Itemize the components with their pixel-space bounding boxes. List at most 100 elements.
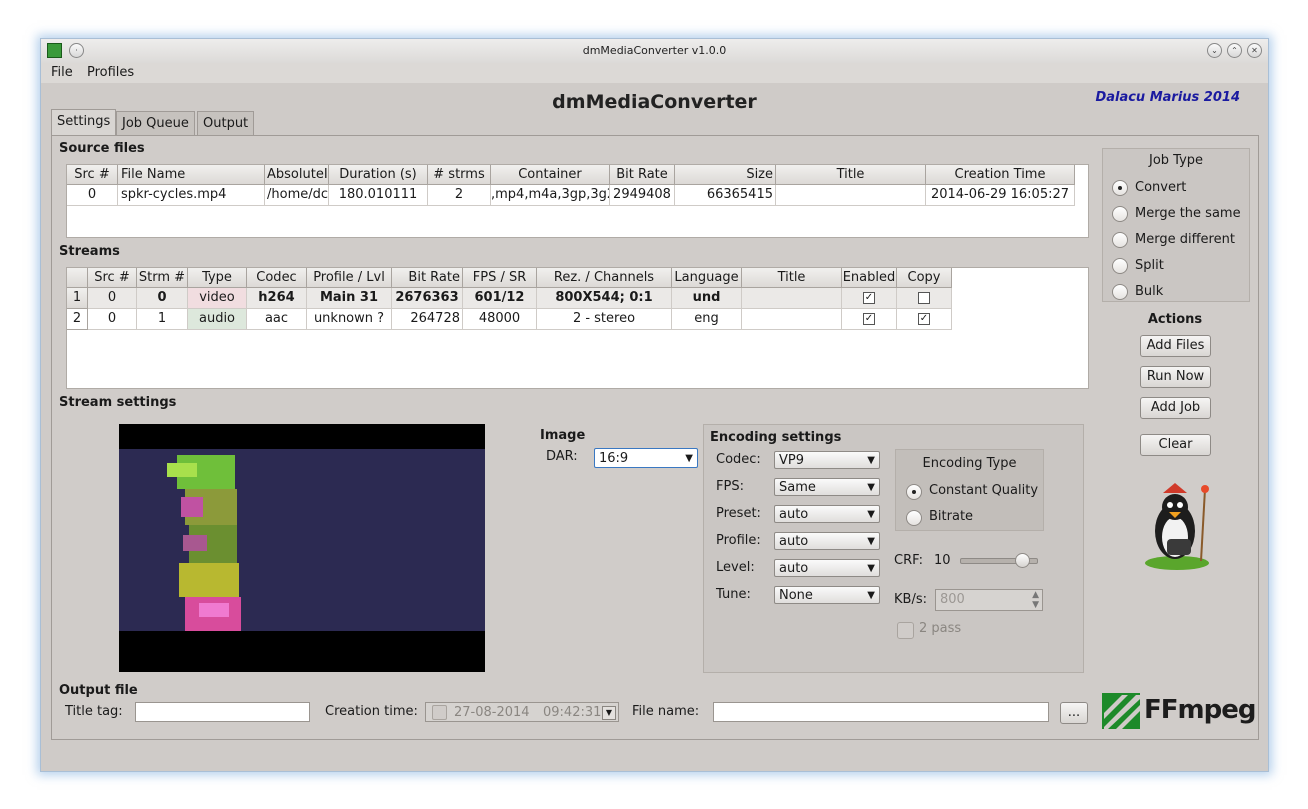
constant-quality-radio[interactable] bbox=[906, 484, 922, 500]
constant-quality-label[interactable]: Constant Quality bbox=[929, 483, 1038, 498]
codec-select[interactable]: VP9 ▼ bbox=[774, 451, 880, 469]
column-header[interactable]: Enabled bbox=[842, 268, 897, 288]
two-pass-label[interactable]: 2 pass bbox=[919, 621, 961, 636]
title-bar[interactable]: · dmMediaConverter v1.0.0 ⌄ ⌃ ✕ bbox=[41, 39, 1268, 63]
table-cell[interactable]: h264 bbox=[247, 288, 307, 309]
row-number[interactable]: 1 bbox=[67, 288, 88, 309]
add-files-button[interactable]: Add Files bbox=[1140, 335, 1211, 357]
job-type-convert-label[interactable]: Convert bbox=[1135, 180, 1186, 195]
creation-time-checkbox[interactable] bbox=[432, 705, 447, 720]
table-cell[interactable]: 601/12 bbox=[463, 288, 537, 309]
job-type-bulk-radio[interactable] bbox=[1112, 284, 1128, 300]
title-tag-input[interactable] bbox=[135, 702, 310, 722]
streams-table[interactable]: Src # Strm # Type Codec Profile / Lvl Bi… bbox=[66, 267, 1089, 389]
preset-select[interactable]: auto ▼ bbox=[774, 505, 880, 523]
table-cell[interactable]: audio bbox=[188, 309, 247, 330]
column-header[interactable]: Codec bbox=[247, 268, 307, 288]
column-header[interactable]: Container bbox=[491, 165, 610, 185]
enabled-checkbox[interactable]: ✓ bbox=[863, 312, 875, 325]
column-header[interactable]: Copy bbox=[897, 268, 952, 288]
column-header[interactable]: Title bbox=[742, 268, 842, 288]
table-cell[interactable]: 0 bbox=[67, 185, 118, 206]
column-header[interactable]: Title bbox=[776, 165, 926, 185]
column-header[interactable]: Strm # bbox=[137, 268, 188, 288]
enabled-checkbox-cell[interactable]: ✓ bbox=[842, 288, 897, 309]
table-cell[interactable]: 48000 bbox=[463, 309, 537, 330]
table-cell[interactable] bbox=[742, 309, 842, 330]
job-type-split-radio[interactable] bbox=[1112, 258, 1128, 274]
column-header[interactable] bbox=[67, 268, 88, 288]
close-button[interactable]: ✕ bbox=[1247, 43, 1262, 58]
table-cell[interactable]: eng bbox=[672, 309, 742, 330]
table-cell[interactable]: 2014-06-29 16:05:27 bbox=[926, 185, 1075, 206]
menu-profiles[interactable]: Profiles bbox=[87, 65, 134, 80]
column-header[interactable]: AbsoluteI bbox=[265, 165, 329, 185]
two-pass-checkbox[interactable] bbox=[897, 622, 914, 639]
column-header[interactable]: File Name bbox=[118, 165, 265, 185]
table-cell[interactable]: 2949408 bbox=[610, 185, 675, 206]
tab-settings[interactable]: Settings bbox=[51, 109, 117, 137]
table-cell[interactable]: 180.010111 bbox=[329, 185, 428, 206]
table-cell[interactable]: 66365415 bbox=[675, 185, 776, 206]
minimize-button[interactable]: ⌄ bbox=[1207, 43, 1222, 58]
table-cell[interactable]: ,mp4,m4a,3gp,3g2 bbox=[491, 185, 610, 206]
maximize-button[interactable]: ⌃ bbox=[1227, 43, 1242, 58]
column-header[interactable]: Rez. / Channels bbox=[537, 268, 672, 288]
calendar-dropdown-icon[interactable]: ▼ bbox=[602, 706, 616, 720]
column-header[interactable]: Profile / Lvl bbox=[307, 268, 392, 288]
enabled-checkbox-cell[interactable]: ✓ bbox=[842, 309, 897, 330]
level-select[interactable]: auto ▼ bbox=[774, 559, 880, 577]
job-type-merge-different-radio[interactable] bbox=[1112, 232, 1128, 248]
crf-slider-handle[interactable] bbox=[1015, 553, 1030, 568]
copy-checkbox-cell[interactable] bbox=[897, 288, 952, 309]
column-header[interactable]: Src # bbox=[67, 165, 118, 185]
clear-button[interactable]: Clear bbox=[1140, 434, 1211, 456]
run-now-button[interactable]: Run Now bbox=[1140, 366, 1211, 388]
column-header[interactable]: FPS / SR bbox=[463, 268, 537, 288]
column-header[interactable]: Language bbox=[672, 268, 742, 288]
column-header[interactable]: # strms bbox=[428, 165, 491, 185]
table-cell[interactable]: spkr-cycles.mp4 bbox=[118, 185, 265, 206]
profile-select[interactable]: auto ▼ bbox=[774, 532, 880, 550]
column-header[interactable]: Type bbox=[188, 268, 247, 288]
file-name-input[interactable] bbox=[713, 702, 1049, 722]
job-type-split-label[interactable]: Split bbox=[1135, 258, 1164, 273]
table-cell[interactable]: 800X544; 0:1 bbox=[537, 288, 672, 309]
spin-arrows-icon[interactable]: ▲ ▼ bbox=[1032, 590, 1039, 610]
job-type-merge-same-radio[interactable] bbox=[1112, 206, 1128, 222]
table-cell[interactable] bbox=[742, 288, 842, 309]
bitrate-radio[interactable] bbox=[906, 510, 922, 526]
enabled-checkbox[interactable]: ✓ bbox=[863, 291, 875, 304]
creation-time-field[interactable]: 27-08-2014 09:42:31 ▼ bbox=[425, 702, 619, 722]
tab-output[interactable]: Output bbox=[197, 111, 255, 136]
job-type-convert-radio[interactable] bbox=[1112, 180, 1128, 196]
fps-select[interactable]: Same ▼ bbox=[774, 478, 880, 496]
dar-select[interactable]: 16:9 ▼ bbox=[594, 448, 698, 468]
column-header[interactable]: Creation Time bbox=[926, 165, 1075, 185]
add-job-button[interactable]: Add Job bbox=[1140, 397, 1211, 419]
table-cell[interactable]: 264728 bbox=[392, 309, 463, 330]
table-cell[interactable]: 2 bbox=[428, 185, 491, 206]
column-header[interactable]: Size bbox=[675, 165, 776, 185]
table-cell[interactable]: video bbox=[188, 288, 247, 309]
column-header[interactable]: Bit Rate bbox=[610, 165, 675, 185]
job-type-bulk-label[interactable]: Bulk bbox=[1135, 284, 1163, 299]
table-cell[interactable]: aac bbox=[247, 309, 307, 330]
table-cell[interactable]: 2676363 bbox=[392, 288, 463, 309]
column-header[interactable]: Src # bbox=[88, 268, 137, 288]
table-cell[interactable]: 0 bbox=[137, 288, 188, 309]
table-cell[interactable]: 0 bbox=[88, 288, 137, 309]
tune-select[interactable]: None ▼ bbox=[774, 586, 880, 604]
copy-checkbox[interactable]: ✓ bbox=[918, 312, 930, 325]
table-cell[interactable]: Main 31 bbox=[307, 288, 392, 309]
row-number[interactable]: 2 bbox=[67, 309, 88, 330]
crf-slider[interactable] bbox=[960, 553, 1038, 568]
table-cell[interactable]: 2 - stereo bbox=[537, 309, 672, 330]
column-header[interactable]: Bit Rate bbox=[392, 268, 463, 288]
table-cell[interactable]: unknown ? bbox=[307, 309, 392, 330]
menu-file[interactable]: File bbox=[51, 65, 73, 80]
copy-checkbox[interactable] bbox=[918, 291, 930, 304]
table-cell[interactable]: 1 bbox=[137, 309, 188, 330]
job-type-merge-different-label[interactable]: Merge different bbox=[1135, 232, 1235, 247]
column-header[interactable]: Duration (s) bbox=[329, 165, 428, 185]
